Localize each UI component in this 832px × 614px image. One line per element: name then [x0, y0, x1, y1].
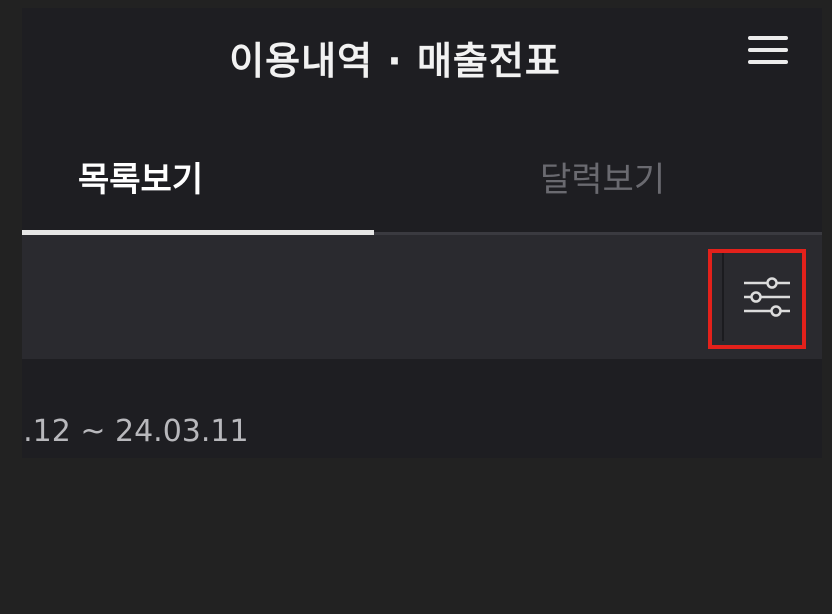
sliders-filter-icon[interactable] [740, 275, 794, 321]
header-bar: 이용내역 · 매출전표 [22, 8, 822, 98]
screenshot-frame: 이용내역 · 매출전표 목록보기 달력보기 2.12 ~ 24.03.11 [0, 0, 832, 614]
filter-bar [22, 235, 822, 359]
sliders-filter-icon-graphic [744, 277, 790, 317]
date-range-section: 2.12 ~ 24.03.11 [22, 359, 822, 458]
hamburger-menu-icon[interactable] [746, 32, 790, 68]
view-tabs: 목록보기 달력보기 [22, 126, 822, 236]
tab-list-view-label: 목록보기 [78, 160, 204, 200]
menu-bar-middle [748, 48, 788, 52]
app-screen: 이용내역 · 매출전표 목록보기 달력보기 2.12 ~ 24.03.11 [22, 8, 822, 458]
page-title: 이용내역 · 매출전표 [229, 39, 561, 83]
menu-bar-bottom [748, 60, 788, 64]
date-range-text: 2.12 ~ 24.03.11 [22, 414, 249, 449]
tab-calendar-view[interactable]: 달력보기 [374, 126, 822, 236]
menu-bar-top [748, 36, 788, 40]
tab-list-view[interactable]: 목록보기 [22, 126, 374, 236]
tab-calendar-view-label: 달력보기 [540, 160, 666, 200]
